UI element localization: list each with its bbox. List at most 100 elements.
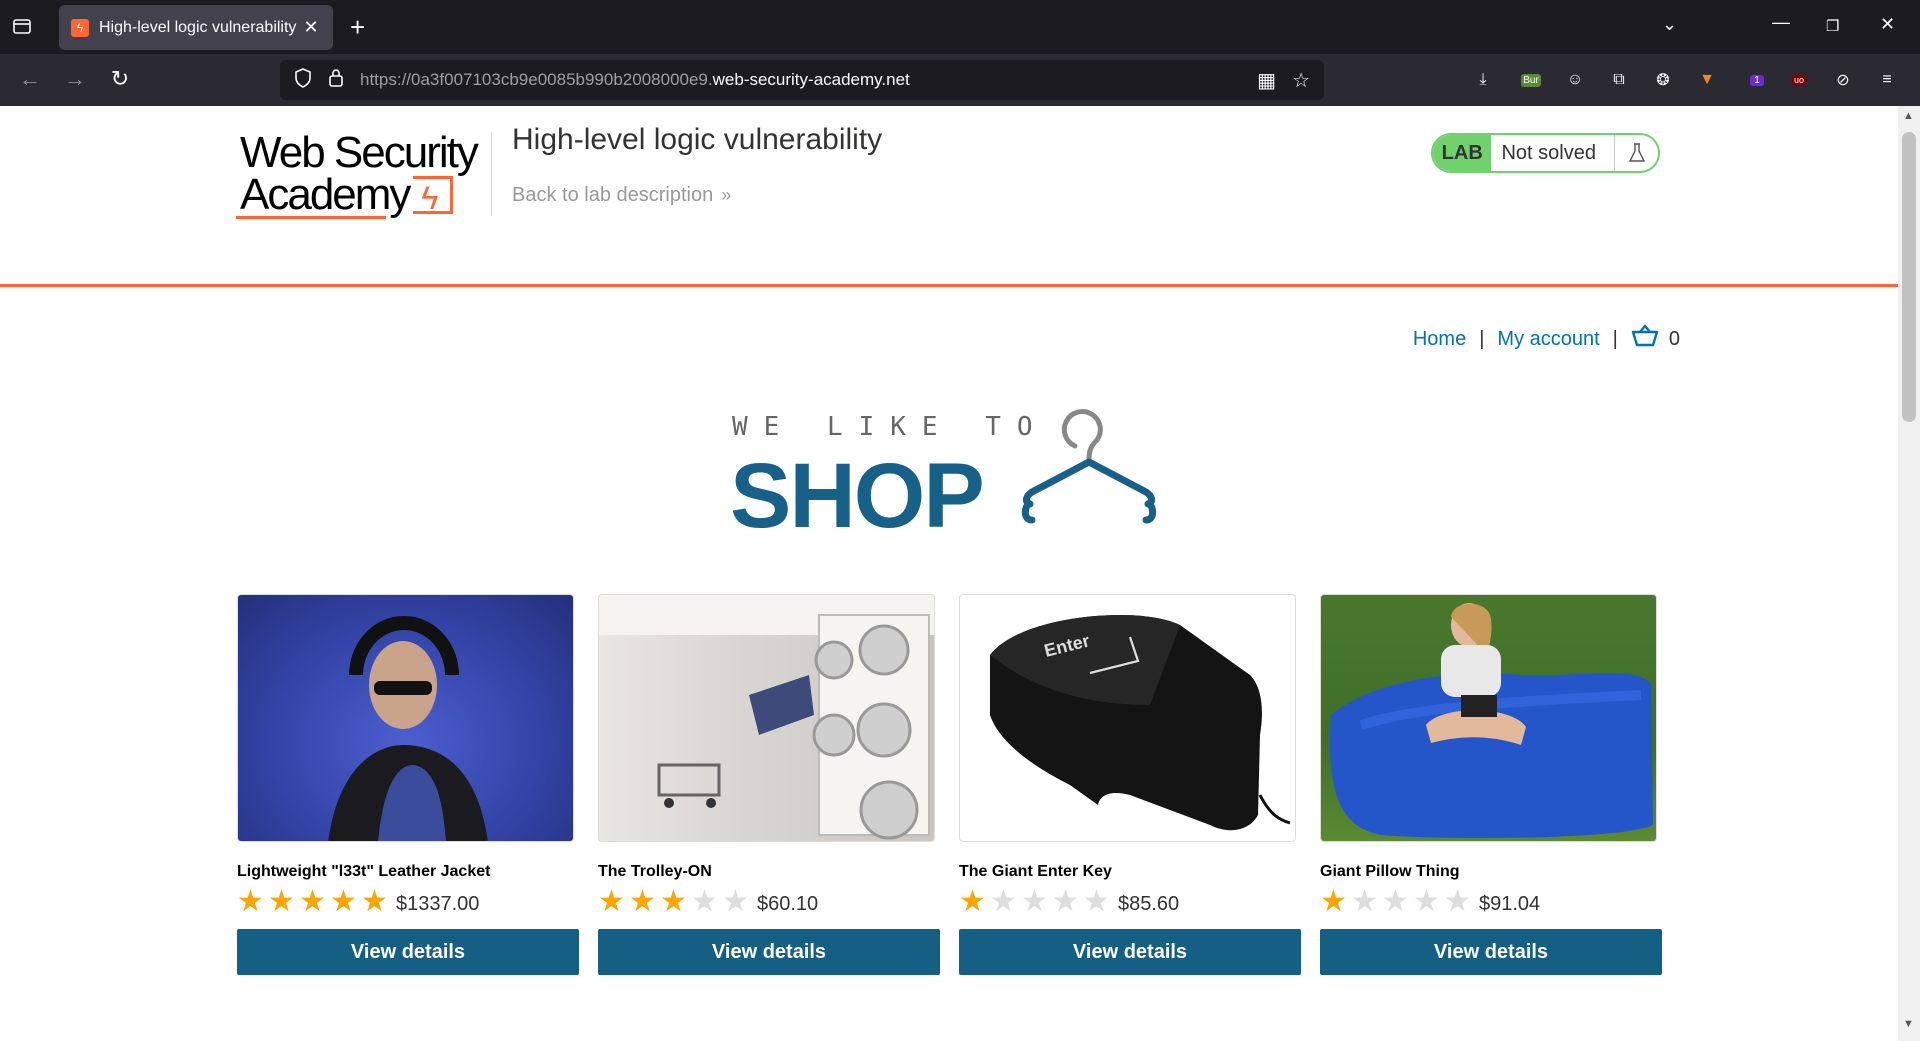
home-link[interactable]: Home [1413, 328, 1466, 351]
banner-shop-text: SHOP [730, 445, 985, 547]
flask-icon [1614, 135, 1658, 171]
reload-icon[interactable]: ↻ [106, 66, 134, 92]
cookie-icon[interactable]: ❂ [1650, 67, 1676, 93]
badge-extension-count: 1 [1750, 74, 1764, 86]
lab-status-badge: LAB Not solved [1431, 133, 1660, 173]
nav-separator: | [1612, 328, 1618, 350]
burp-extension-label: Bur [1521, 73, 1541, 87]
extensions-puzzle-icon[interactable]: ⧉ [1606, 67, 1632, 93]
star-empty-icon: ★ [722, 885, 749, 918]
compass-icon[interactable]: ⊘ [1830, 67, 1856, 93]
product-rating-stars: ★ ★ ★ ★ ★ [959, 887, 1114, 917]
banner-tagline: WE LIKE TO [732, 412, 1049, 442]
star-filled-icon: ★ [629, 885, 656, 918]
tab-overflow-chevron-icon[interactable]: ⌄ [1662, 14, 1677, 35]
product-name: Giant Pillow Thing [1320, 863, 1460, 880]
downloads-icon[interactable]: ⤓ [1470, 67, 1496, 93]
coat-hanger-icon [1021, 409, 1157, 524]
star-filled-icon: ★ [237, 885, 264, 918]
address-bar[interactable]: https://0a3f007103cb9e0085b990b2008000e9… [280, 60, 1324, 100]
tab-title: High-level logic vulnerability [99, 18, 297, 36]
page-scrollbar[interactable]: ▲ ▼ [1898, 106, 1920, 1041]
browser-tab-active[interactable]: ϟ High-level logic vulnerability ✕ [59, 5, 333, 50]
product-card: Lightweight "l33t" Leather Jacket ★ ★ ★ ★ ★ $… [237, 594, 579, 975]
product-card: Enter The Giant Enter Key ★ ★ ★ ★ ★ $85.60 Vi… [959, 594, 1301, 975]
lock-icon[interactable] [328, 68, 344, 93]
burp-extension-icon[interactable]: Bur [1518, 67, 1544, 93]
url-domain: web-security-academy.net [712, 70, 910, 89]
lab-label: LAB [1433, 135, 1492, 171]
product-rating-stars: ★ ★ ★ ★ ★ [237, 887, 392, 917]
bookmark-star-icon[interactable]: ☆ [1292, 68, 1310, 93]
star-empty-icon: ★ [1052, 885, 1079, 918]
my-account-link[interactable]: My account [1497, 328, 1599, 351]
view-details-button[interactable]: View details [598, 929, 940, 975]
logo-bolt-icon [413, 176, 454, 219]
star-filled-icon: ★ [598, 885, 625, 918]
logo-line1: Web Security [240, 128, 479, 177]
extension-face-icon[interactable]: ☺ [1562, 67, 1588, 93]
star-filled-icon: ★ [299, 885, 326, 918]
scrollbar-thumb[interactable] [1902, 132, 1916, 422]
tab-close-icon[interactable]: ✕ [301, 17, 321, 38]
web-page: Web Security Academy High-level logic vu… [0, 106, 1898, 1041]
window-close-icon[interactable]: ✕ [1880, 14, 1895, 35]
star-filled-icon: ★ [660, 885, 687, 918]
ublock-icon[interactable]: uo [1786, 67, 1812, 93]
back-arrow-icon[interactable]: ← [16, 66, 44, 92]
new-tab-icon[interactable]: + [350, 12, 365, 43]
star-empty-icon: ★ [1444, 885, 1471, 918]
product-name: The Giant Enter Key [959, 863, 1112, 880]
product-rating-stars: ★ ★ ★ ★ ★ [598, 887, 753, 917]
product-image-trolley-on [598, 594, 935, 842]
star-empty-icon: ★ [1351, 885, 1378, 918]
web-security-academy-logo[interactable]: Web Security Academy [236, 128, 490, 222]
view-details-button[interactable]: View details [237, 929, 579, 975]
url-prefix: https://0a3f007103cb9e0085b990b2008000e9… [360, 70, 713, 89]
cart-count[interactable]: 0 [1669, 328, 1680, 351]
browser-nav-bar: ← → ↻ https://0a3f007103cb9e0085b990b200… [0, 54, 1920, 106]
header-divider [491, 132, 492, 216]
header-rule [0, 284, 1898, 287]
star-filled-icon: ★ [330, 885, 357, 918]
badge-extension-icon[interactable]: 1 [1744, 67, 1770, 93]
logo-line2: Academy [240, 170, 411, 219]
star-empty-icon: ★ [1382, 885, 1409, 918]
shield-icon[interactable] [294, 67, 312, 93]
product-price: $91.04 [1479, 892, 1541, 915]
menu-hamburger-icon[interactable]: ≡ [1874, 67, 1900, 93]
back-to-lab-link[interactable]: Back to lab description » [512, 184, 731, 207]
view-details-button[interactable]: View details [959, 929, 1301, 975]
fox-extension-icon[interactable]: ▼ [1694, 67, 1720, 93]
product-price: $60.10 [757, 892, 819, 915]
product-image-giant-enter-key: Enter [959, 594, 1296, 842]
back-link-label: Back to lab description [512, 184, 714, 206]
star-empty-icon: ★ [1021, 885, 1048, 918]
forward-arrow-icon[interactable]: → [61, 66, 89, 92]
star-empty-icon: ★ [1083, 885, 1110, 918]
restore-icon[interactable]: ❐ [1826, 17, 1839, 35]
star-empty-icon: ★ [691, 885, 718, 918]
nav-separator: | [1479, 328, 1485, 350]
product-name: The Trolley-ON [598, 863, 712, 880]
url-text[interactable]: https://0a3f007103cb9e0085b990b2008000e9… [360, 70, 1241, 90]
shop-banner: WE LIKE TO SHOP [730, 409, 1170, 547]
scroll-up-icon[interactable]: ▲ [1903, 110, 1914, 122]
star-filled-icon: ★ [1320, 885, 1347, 918]
product-rating-stars: ★ ★ ★ ★ ★ [1320, 887, 1475, 917]
minimize-icon[interactable]: — [1772, 12, 1790, 33]
tab-list-icon[interactable] [12, 16, 34, 38]
logo-underline [236, 216, 386, 219]
qr-code-icon[interactable]: ▦ [1257, 68, 1276, 93]
shop-nav: Home | My account | 0 [1413, 324, 1680, 355]
star-empty-icon: ★ [1413, 885, 1440, 918]
view-details-button[interactable]: View details [1320, 929, 1662, 975]
star-filled-icon: ★ [361, 885, 388, 918]
lab-title: High-level logic vulnerability [512, 123, 883, 156]
product-card: The Trolley-ON ★ ★ ★ ★ ★ $60.10 View details [598, 594, 940, 975]
scroll-down-icon[interactable]: ▼ [1903, 1018, 1914, 1030]
product-grid: Lightweight "l33t" Leather Jacket ★ ★ ★ ★ ★ $… [237, 594, 1663, 975]
cart-basket-icon[interactable] [1631, 324, 1659, 355]
star-filled-icon: ★ [268, 885, 295, 918]
lab-favicon-icon: ϟ [71, 18, 89, 37]
